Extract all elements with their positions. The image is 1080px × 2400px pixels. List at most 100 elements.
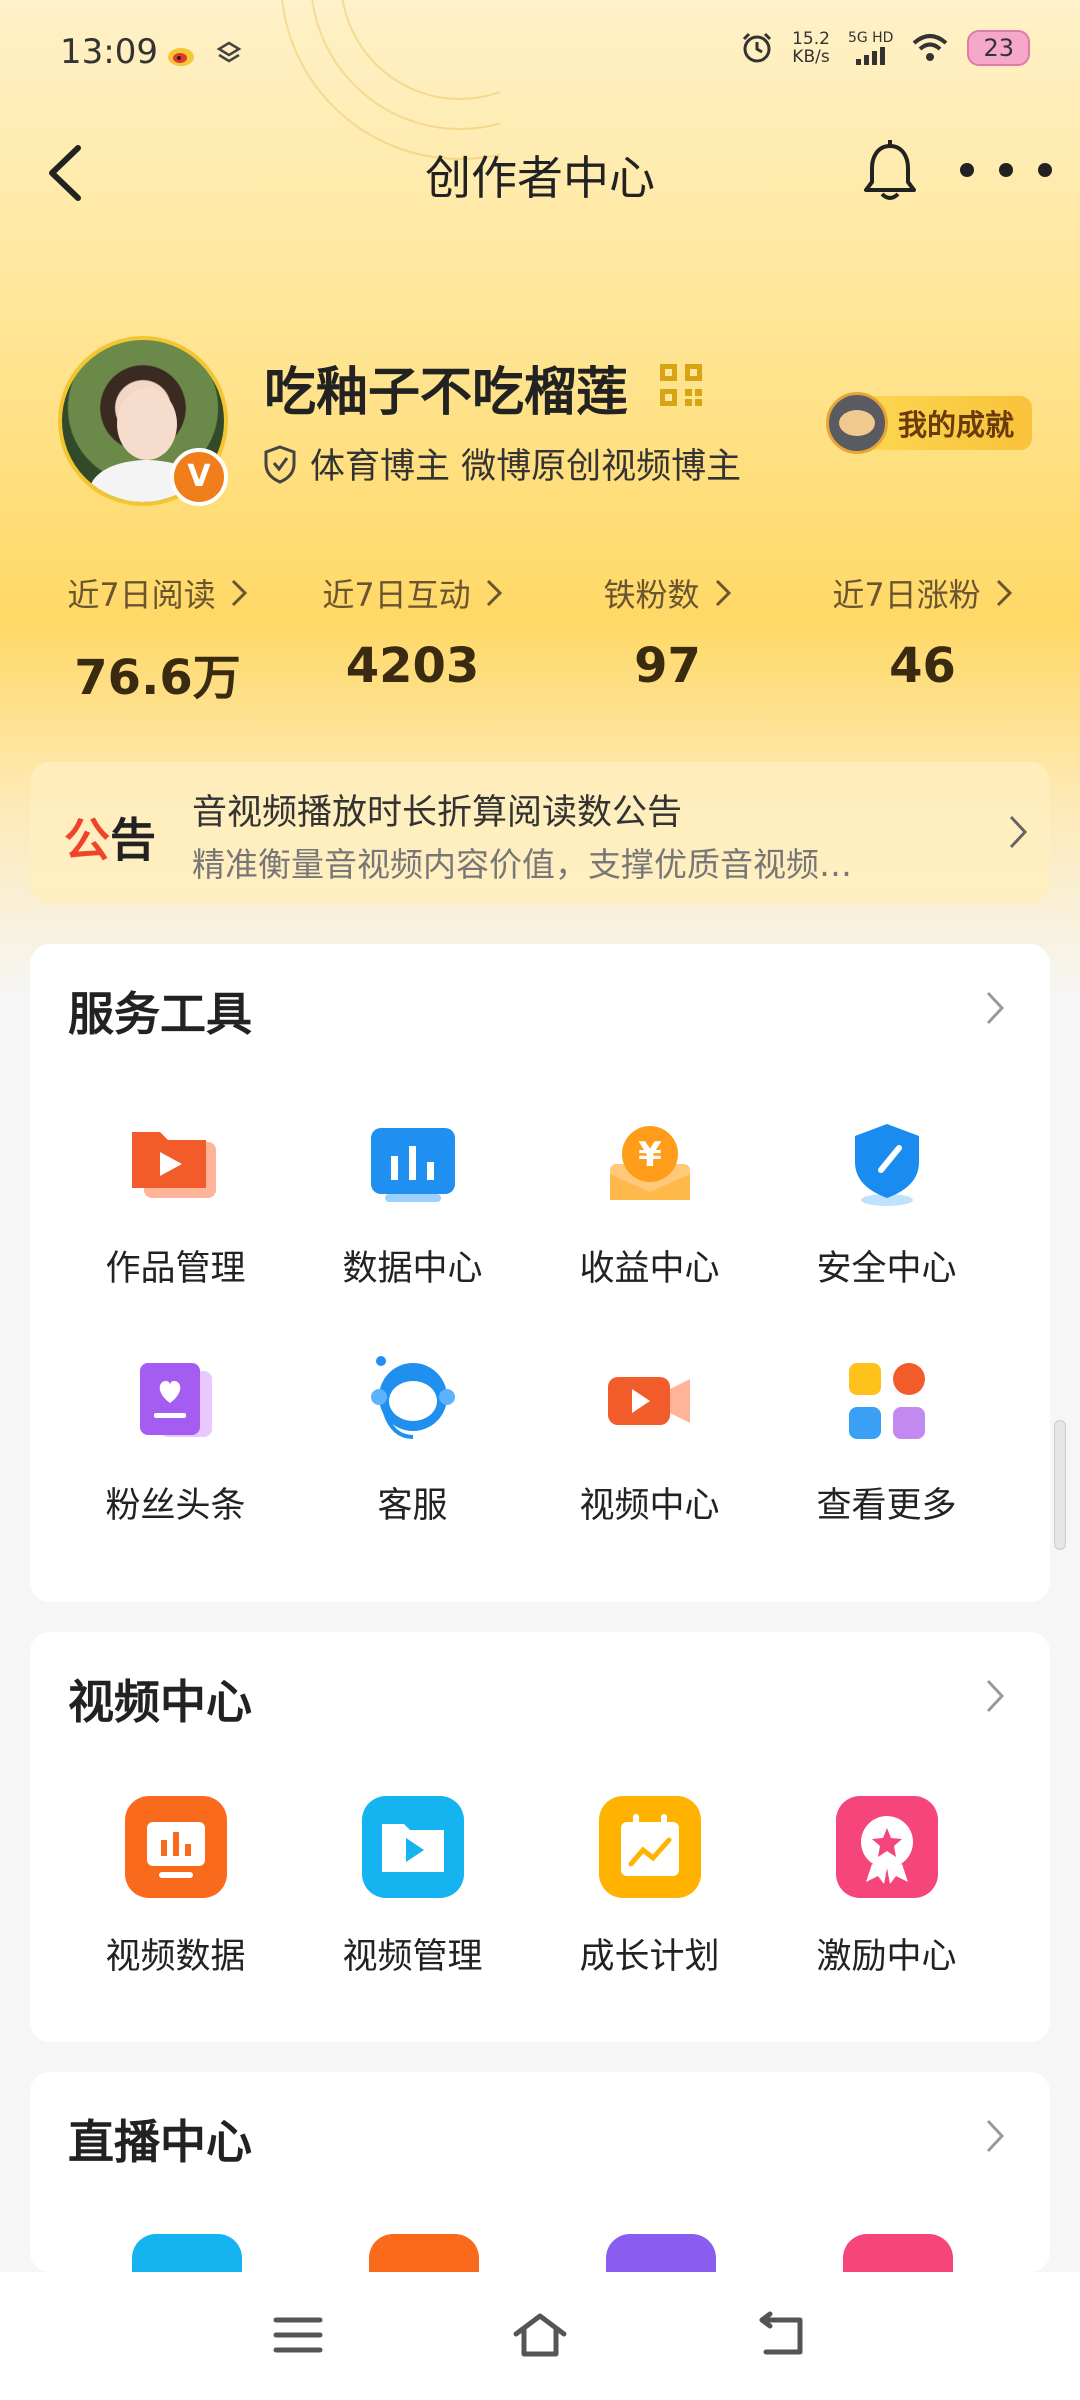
tool-label: 视频管理 [342, 1937, 483, 1977]
stat-value: 46 [889, 638, 956, 694]
tool-security-center[interactable]: 安全中心 [768, 1114, 1005, 1291]
achievement-button[interactable]: 我的成就 [826, 388, 1033, 458]
achievement-icon [826, 392, 888, 454]
alarm-icon [743, 32, 772, 63]
chevron-right-icon[interactable] [985, 1678, 1005, 1714]
tool-video-data[interactable]: 视频数据 [57, 1792, 294, 1979]
tool-works-management[interactable]: 作品管理 [57, 1114, 294, 1291]
chevron-right-icon [231, 579, 247, 607]
tool-label: 视频数据 [105, 1937, 246, 1977]
fans-headline-icon [126, 1351, 226, 1451]
stat-reads[interactable]: 近7日阅读 76.6万 [30, 570, 285, 720]
tool-label: 安全中心 [816, 1249, 957, 1289]
announcement-subtitle: 精准衡量音视频内容价值，支撑优质音视频… [192, 845, 852, 884]
incentive-medal-icon [832, 1792, 942, 1902]
service-tools-grid: 作品管理 数据中心 ¥ 收益中心 安全中心 粉丝头条 客服 视频中心 查看更多 [30, 1114, 1050, 1528]
live-tool-icon[interactable] [132, 2234, 242, 2272]
speed-unit: KB/s [792, 47, 830, 67]
chevron-right-icon [715, 579, 731, 607]
live-tool-icon[interactable] [606, 2234, 716, 2272]
back-nav-button[interactable] [752, 2310, 812, 2360]
stats-row: 近7日阅读 76.6万 近7日互动 4203 铁粉数 97 近7日涨粉 46 [30, 570, 1050, 720]
video-center-card: 视频中心 视频数据 视频管理 成长计划 激励中心 [30, 1632, 1050, 2042]
signal-indicator: 5G HD [848, 31, 893, 65]
live-tool-icon[interactable] [369, 2234, 479, 2272]
tool-incentive-center[interactable]: 激励中心 [768, 1792, 1005, 1979]
bell-icon [864, 140, 916, 200]
works-folder-icon [126, 1114, 226, 1214]
speed-value: 15.2 [792, 29, 830, 49]
stat-interactions[interactable]: 近7日互动 4203 [285, 570, 540, 720]
announcement-banner[interactable]: 公告 音视频播放时长折算阅读数公告 精准衡量音视频内容价值，支撑优质音视频… [30, 762, 1050, 904]
stat-label: 铁粉数 [603, 576, 700, 614]
notification-button[interactable] [860, 138, 920, 204]
scrollbar[interactable] [1054, 1420, 1066, 1550]
verified-badge: V [170, 448, 228, 506]
more-dot-icon [960, 163, 974, 177]
return-icon [759, 2311, 803, 2355]
tool-video-center[interactable]: 视频中心 [531, 1351, 768, 1528]
customer-service-icon [363, 1351, 463, 1451]
username: 吃釉子不吃榴莲 [264, 363, 629, 423]
tool-see-more[interactable]: 查看更多 [768, 1351, 1005, 1528]
chevron-right-icon[interactable] [985, 2118, 1005, 2154]
menu-icon [273, 2317, 323, 2353]
layers-icon [216, 40, 242, 75]
announcement-tag: 公告 [64, 804, 156, 870]
tool-fans-headline[interactable]: 粉丝头条 [57, 1351, 294, 1528]
more-apps-icon [837, 1351, 937, 1451]
more-options-button[interactable] [960, 150, 1052, 190]
signal-icon [855, 47, 885, 65]
status-time: 13:09 [60, 32, 158, 72]
tool-label: 数据中心 [342, 1249, 483, 1289]
wifi-icon [913, 34, 948, 61]
stat-iron-fans[interactable]: 铁粉数 97 [540, 570, 795, 720]
tool-customer-service[interactable]: 客服 [294, 1351, 531, 1528]
live-center-card: 直播中心 [30, 2072, 1050, 2272]
chevron-right-icon [1009, 815, 1028, 849]
network-speed: 15.2 KB/s [792, 30, 830, 66]
stat-label: 近7日互动 [322, 576, 471, 614]
video-center-title: 视频中心 [68, 1675, 252, 1729]
shield-check-icon [264, 444, 296, 484]
weibo-notification-icon [166, 40, 198, 75]
stat-label: 近7日阅读 [67, 576, 216, 614]
more-dot-icon [999, 163, 1013, 177]
announcement-tag-part1: 公 [64, 813, 110, 867]
video-camera-icon [600, 1351, 700, 1451]
stat-new-fans[interactable]: 近7日涨粉 46 [795, 570, 1050, 720]
stat-value: 97 [634, 638, 701, 694]
tool-label: 客服 [377, 1486, 448, 1526]
stat-value: 76.6万 [74, 650, 241, 706]
tool-growth-plan[interactable]: 成长计划 [531, 1792, 768, 1979]
chevron-right-icon[interactable] [985, 990, 1005, 1026]
tool-label: 收益中心 [579, 1249, 720, 1289]
income-coin-icon: ¥ [600, 1114, 700, 1214]
security-shield-icon [837, 1114, 937, 1214]
tool-data-center[interactable]: 数据中心 [294, 1114, 531, 1291]
video-data-icon [121, 1792, 231, 1902]
menu-button[interactable] [268, 2310, 328, 2360]
stat-label: 近7日涨粉 [832, 576, 981, 614]
tool-income-center[interactable]: ¥ 收益中心 [531, 1114, 768, 1291]
chevron-right-icon [486, 579, 502, 607]
chevron-right-icon [996, 579, 1012, 607]
tool-label: 粉丝头条 [105, 1486, 246, 1526]
video-manage-icon [358, 1792, 468, 1902]
data-chart-icon [363, 1114, 463, 1214]
battery-indicator: 23 [967, 30, 1030, 66]
tool-label: 激励中心 [816, 1937, 957, 1977]
svg-text:¥: ¥ [638, 1135, 662, 1175]
tool-label: 成长计划 [579, 1937, 720, 1977]
home-icon [513, 2313, 567, 2357]
home-button[interactable] [510, 2310, 570, 2360]
more-dot-icon [1038, 163, 1052, 177]
growth-plan-icon [595, 1792, 705, 1902]
video-center-grid: 视频数据 视频管理 成长计划 激励中心 [30, 1792, 1050, 1979]
stat-value: 4203 [345, 638, 480, 694]
live-tool-icon[interactable] [843, 2234, 953, 2272]
system-navigation-bar [0, 2272, 1080, 2400]
qr-code-icon[interactable] [658, 362, 704, 408]
tool-video-management[interactable]: 视频管理 [294, 1792, 531, 1979]
tool-label: 作品管理 [105, 1249, 246, 1289]
